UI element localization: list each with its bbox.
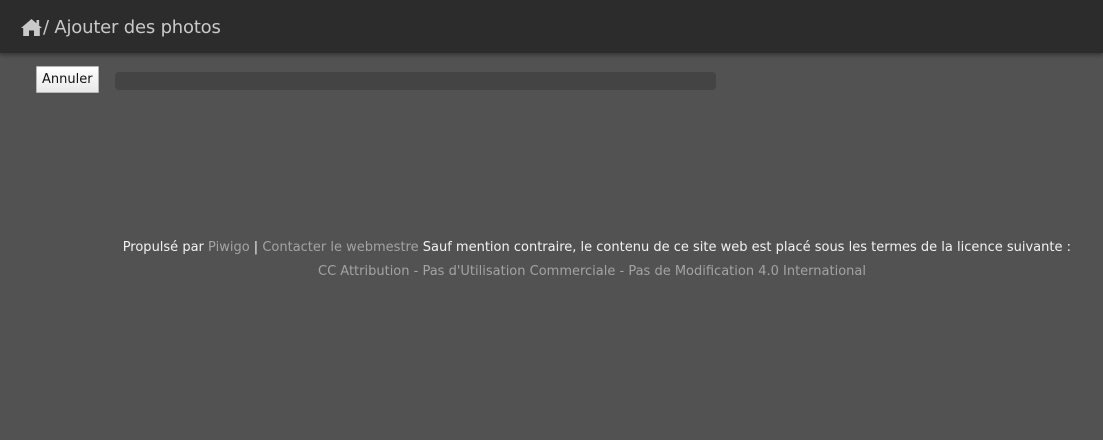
home-icon: [20, 18, 43, 37]
top-header: / Ajouter des photos: [0, 0, 1103, 53]
license-link[interactable]: CC Attribution - Pas d'Utilisation Comme…: [318, 264, 866, 279]
home-link[interactable]: [20, 18, 43, 37]
cancel-button[interactable]: Annuler: [36, 66, 99, 93]
footer-separator: |: [253, 240, 259, 255]
breadcrumb: / Ajouter des photos: [20, 17, 221, 38]
footer-license: CC Attribution - Pas d'Utilisation Comme…: [0, 260, 1103, 284]
footer: Propulsé par Piwigo | Contacter le webme…: [0, 236, 1103, 284]
page-title: / Ajouter des photos: [43, 16, 221, 38]
upload-progress-bar: [115, 72, 716, 90]
license-notice: Sauf mention contraire, le contenu de ce…: [422, 240, 1071, 255]
contact-webmaster-link[interactable]: Contacter le webmestre: [262, 240, 418, 255]
powered-by-text: Propulsé par: [122, 240, 204, 255]
piwigo-link[interactable]: Piwigo: [208, 240, 250, 255]
upload-toolbar: Annuler: [36, 66, 99, 93]
footer-credits: Propulsé par Piwigo | Contacter le webme…: [0, 236, 1103, 260]
